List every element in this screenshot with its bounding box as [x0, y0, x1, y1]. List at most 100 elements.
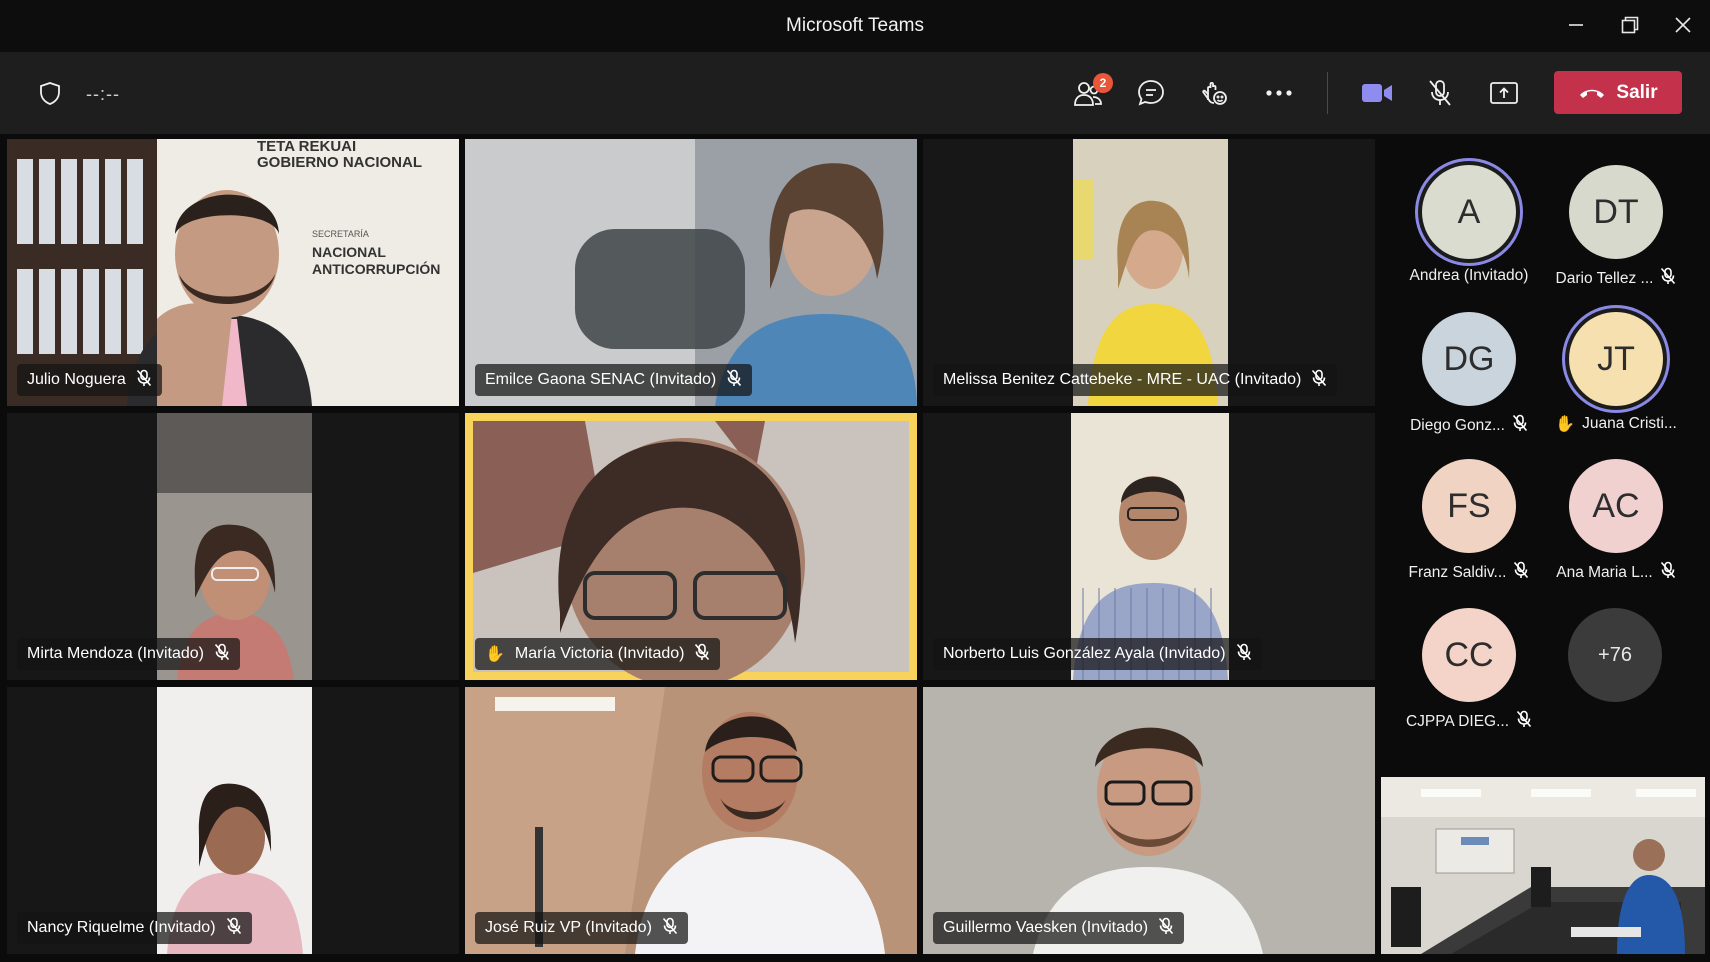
more-dots-icon: [1266, 90, 1292, 96]
chat-button[interactable]: [1133, 75, 1169, 111]
share-screen-icon: [1490, 82, 1518, 104]
avatar: AC: [1569, 459, 1663, 553]
participant-name: Norberto Luis González Ayala (Invitado): [943, 645, 1226, 662]
participant-name: Mirta Mendoza (Invitado): [27, 645, 204, 662]
minimize-icon: [1569, 24, 1583, 26]
minimize-button[interactable]: [1559, 10, 1593, 40]
restore-button[interactable]: [1613, 10, 1647, 40]
window-title: Microsoft Teams: [786, 15, 924, 36]
more-options-button[interactable]: [1261, 75, 1297, 111]
roster-name: Juana Cristi...: [1582, 415, 1677, 432]
raise-hand-reaction-icon: [1202, 81, 1227, 105]
roster-name: Ana Maria L...: [1556, 563, 1653, 581]
backdrop-text: ANTICORRUPCIÓN: [312, 260, 440, 277]
participant-name: Melissa Benitez Cattebeke - MRE - UAC (I…: [943, 371, 1302, 388]
roster-label-row: Franz Saldiv...: [1399, 561, 1539, 584]
roster-label-row: CJPPA DIEG...: [1399, 710, 1539, 733]
meeting-timer: --:--: [86, 84, 120, 104]
hang-up-icon: [1580, 89, 1605, 98]
restore-icon: [1621, 16, 1639, 34]
avatar: DG: [1422, 312, 1516, 406]
avatar: FS: [1422, 459, 1516, 553]
shield-icon: [40, 82, 60, 105]
participant-name-tag: José Ruiz VP (Invitado): [475, 912, 688, 944]
meeting-info-button[interactable]: [36, 78, 64, 108]
reactions-button[interactable]: [1196, 75, 1232, 111]
microphone-off-icon: [1660, 267, 1676, 290]
microphone-off-icon: [1158, 917, 1174, 940]
roster-participant[interactable]: A Andrea (Invitado): [1399, 165, 1539, 285]
microphone-off-icon: [214, 643, 230, 666]
backdrop-text: GOBIERNO NACIONAL: [257, 154, 422, 171]
microphone-off-icon: [136, 369, 152, 392]
chat-icon: [1138, 80, 1164, 106]
roster-participant[interactable]: AC Ana Maria L...: [1546, 459, 1686, 584]
participant-name: Guillermo Vaesken (Invitado): [943, 919, 1149, 936]
roster-label-row: Andrea (Invitado): [1399, 267, 1539, 285]
roster-name: Diego Gonz...: [1410, 416, 1505, 434]
avatar: JT: [1569, 312, 1663, 406]
participant-name-tag: Emilce Gaona SENAC (Invitado): [475, 364, 753, 396]
microphone-off-icon: [1429, 80, 1451, 106]
camera-button[interactable]: [1358, 75, 1396, 111]
avatar: DT: [1569, 165, 1663, 259]
video-tile[interactable]: ✋ María Victoria (Invitado): [465, 413, 917, 680]
roster-label-row: Ana Maria L...: [1546, 561, 1686, 584]
participant-name-tag: ✋ María Victoria (Invitado): [475, 638, 721, 670]
roster-participant[interactable]: DG Diego Gonz...: [1399, 312, 1539, 437]
roster-participant[interactable]: FS Franz Saldiv...: [1399, 459, 1539, 584]
close-button[interactable]: [1666, 10, 1700, 40]
microphone-off-icon: [1513, 561, 1529, 584]
participant-name: José Ruiz VP (Invitado): [485, 919, 652, 936]
video-tile[interactable]: Norberto Luis González Ayala (Invitado): [923, 413, 1375, 680]
participant-name-tag: Norberto Luis González Ayala (Invitado): [933, 638, 1262, 670]
participant-name-tag: Nancy Riquelme (Invitado): [17, 912, 252, 944]
microphone-off-icon: [226, 917, 242, 940]
avatar: A: [1422, 165, 1516, 259]
share-button[interactable]: [1486, 75, 1522, 111]
roster-name: Andrea (Invitado): [1409, 267, 1529, 284]
participant-name-tag: Mirta Mendoza (Invitado): [17, 638, 240, 670]
participant-name-tag: Julio Noguera: [17, 364, 162, 396]
participant-name: María Victoria (Invitado): [514, 645, 685, 662]
microphone-off-icon: [726, 369, 742, 392]
video-camera-icon: [1362, 84, 1392, 102]
roster-name: Dario Tellez ...: [1555, 269, 1654, 287]
microphone-off-icon: [1660, 561, 1676, 584]
participant-name: Emilce Gaona SENAC (Invitado): [485, 371, 717, 388]
more-participants-button[interactable]: +76: [1568, 608, 1662, 702]
conference-room-scene: [1381, 777, 1705, 954]
microphone-off-icon: [694, 643, 710, 666]
microphone-off-icon: [1516, 710, 1532, 733]
video-tile[interactable]: José Ruiz VP (Invitado): [465, 687, 917, 954]
roster-participant[interactable]: JT ✋ Juana Cristi...: [1546, 312, 1686, 434]
roster-participant[interactable]: DT Dario Tellez ...: [1546, 165, 1686, 290]
mute-button[interactable]: [1422, 75, 1458, 111]
video-tile[interactable]: Nancy Riquelme (Invitado): [7, 687, 459, 954]
video-tile[interactable]: Emilce Gaona SENAC (Invitado): [465, 139, 917, 406]
leave-button[interactable]: Salir: [1554, 71, 1682, 114]
participant-name-tag: Guillermo Vaesken (Invitado): [933, 912, 1185, 944]
backdrop-text: TETA REKUAI: [257, 139, 356, 155]
video-tile[interactable]: Mirta Mendoza (Invitado): [7, 413, 459, 680]
participant-name-tag: Melissa Benitez Cattebeke - MRE - UAC (I…: [933, 364, 1338, 396]
leave-label: Salir: [1616, 81, 1658, 103]
roster-label-row: ✋ Juana Cristi...: [1546, 414, 1686, 434]
video-tile[interactable]: TETA REKUAI GOBIERNO NACIONAL SECRETARÍA…: [7, 139, 459, 406]
title-bar: Microsoft Teams: [0, 0, 1710, 52]
video-tile[interactable]: Melissa Benitez Cattebeke - MRE - UAC (I…: [923, 139, 1375, 406]
participant-name: Julio Noguera: [27, 371, 126, 388]
video-tile[interactable]: Guillermo Vaesken (Invitado): [923, 687, 1375, 954]
roster-name: CJPPA DIEG...: [1405, 712, 1510, 730]
raised-hand-icon: ✋: [1555, 416, 1576, 433]
roster-participant[interactable]: CC CJPPA DIEG...: [1399, 608, 1539, 733]
room-camera-tile[interactable]: [1381, 777, 1705, 954]
roster-name: Franz Saldiv...: [1408, 563, 1507, 581]
roster-label-row: Dario Tellez ...: [1546, 267, 1686, 290]
microphone-off-icon: [1512, 414, 1528, 437]
microphone-off-icon: [662, 917, 678, 940]
participant-name: Nancy Riquelme (Invitado): [27, 919, 216, 936]
raised-hand-icon: ✋: [485, 646, 505, 663]
toolbar-divider: [1327, 72, 1328, 114]
microphone-off-icon: [1311, 369, 1327, 392]
